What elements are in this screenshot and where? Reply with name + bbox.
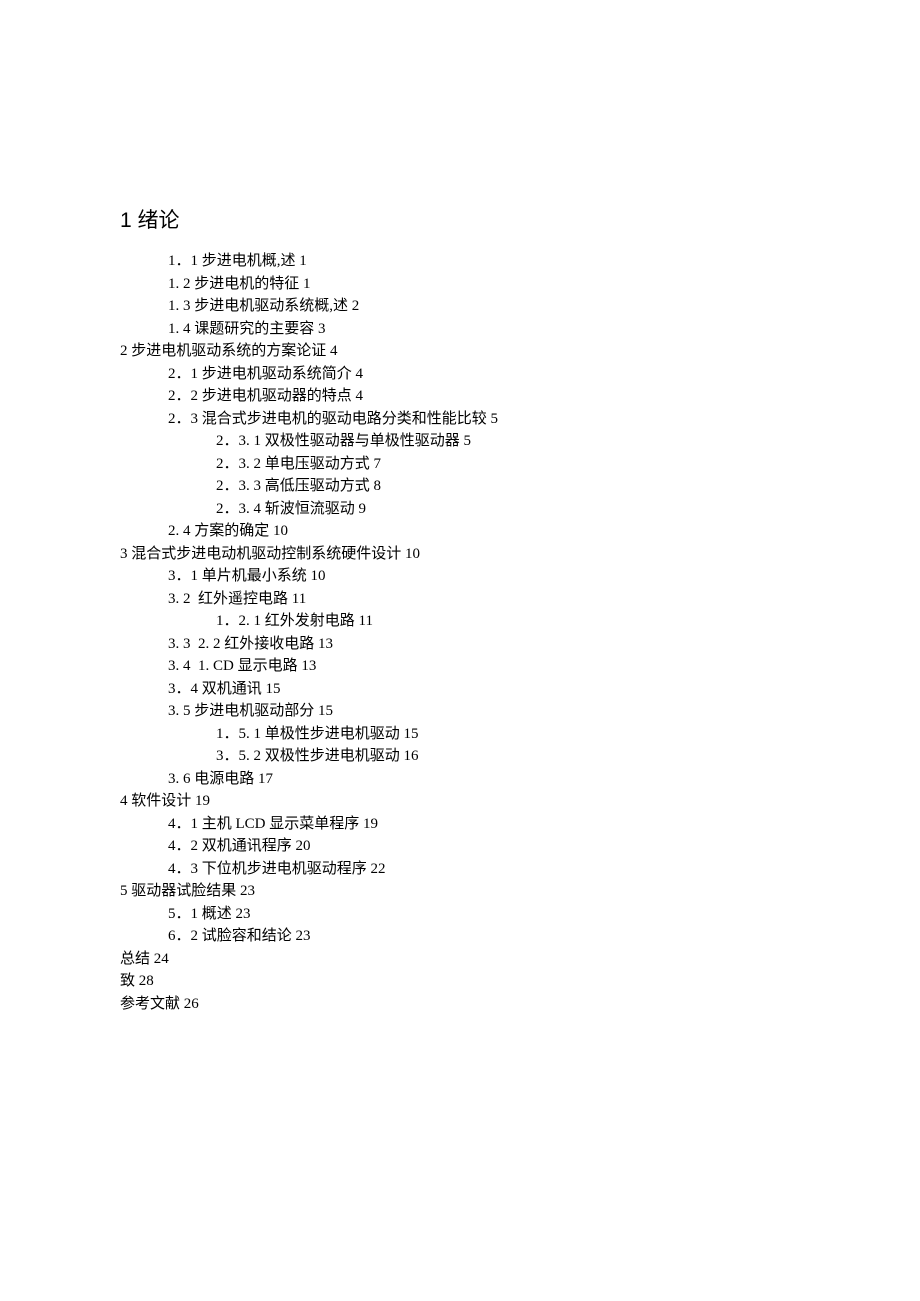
toc-entry: 4．3 下位机步进电机驱动程序 22 bbox=[120, 858, 800, 881]
toc-entry: 5．1 概述 23 bbox=[120, 903, 800, 926]
toc-entry: 3. 5 步进电机驱动部分 15 bbox=[120, 700, 800, 723]
toc-entry: 总结 24 bbox=[120, 948, 800, 971]
toc-entry: 4．2 双机通讯程序 20 bbox=[120, 835, 800, 858]
toc-entry: 2. 4 方案的确定 10 bbox=[120, 520, 800, 543]
toc-entry: 3. 3 2. 2 红外接收电路 13 bbox=[120, 633, 800, 656]
toc-entry: 1．1 步进电机概,述 1 bbox=[120, 250, 800, 273]
toc-entry: 4．1 主机 LCD 显示菜单程序 19 bbox=[120, 813, 800, 836]
toc-entry: 3．4 双机通讯 15 bbox=[120, 678, 800, 701]
toc-entry: 2．3. 2 单电压驱动方式 7 bbox=[120, 453, 800, 476]
toc-entry: 2 步进电机驱动系统的方案论证 4 bbox=[120, 340, 800, 363]
toc-entry: 3．5. 2 双极性步进电机驱动 16 bbox=[120, 745, 800, 768]
toc-entry: 3. 4 1. CD 显示电路 13 bbox=[120, 655, 800, 678]
toc-entry: 2．3. 1 双极性驱动器与单极性驱动器 5 bbox=[120, 430, 800, 453]
toc-entry: 2．3. 4 斩波恒流驱动 9 bbox=[120, 498, 800, 521]
toc-entry: 1．5. 1 单极性步进电机驱动 15 bbox=[120, 723, 800, 746]
toc-entry: 3．1 单片机最小系统 10 bbox=[120, 565, 800, 588]
toc-entry: 6．2 试脸容和结论 23 bbox=[120, 925, 800, 948]
toc-entry: 3. 6 电源电路 17 bbox=[120, 768, 800, 791]
toc-entry: 3. 2 红外遥控电路 11 bbox=[120, 588, 800, 611]
toc-entry: 致 28 bbox=[120, 970, 800, 993]
toc-entry: 1. 3 步进电机驱动系统概,述 2 bbox=[120, 295, 800, 318]
table-of-contents: 1．1 步进电机概,述 11. 2 步进电机的特征 11. 3 步进电机驱动系统… bbox=[120, 250, 800, 1015]
toc-entry: 参考文献 26 bbox=[120, 993, 800, 1016]
toc-entry: 2．2 步进电机驱动器的特点 4 bbox=[120, 385, 800, 408]
toc-entry: 3 混合式步进电动机驱动控制系统硬件设计 10 bbox=[120, 543, 800, 566]
toc-entry: 2．3 混合式步进电机的驱动电路分类和性能比较 5 bbox=[120, 408, 800, 431]
toc-entry: 5 驱动器试脸结果 23 bbox=[120, 880, 800, 903]
toc-entry: 1．2. 1 红外发射电路 11 bbox=[120, 610, 800, 633]
toc-entry: 1. 4 课题研究的主要容 3 bbox=[120, 318, 800, 341]
document-title: 1 绪论 bbox=[120, 204, 800, 234]
toc-entry: 4 软件设计 19 bbox=[120, 790, 800, 813]
toc-entry: 1. 2 步进电机的特征 1 bbox=[120, 273, 800, 296]
toc-entry: 2．1 步进电机驱动系统简介 4 bbox=[120, 363, 800, 386]
toc-entry: 2．3. 3 高低压驱动方式 8 bbox=[120, 475, 800, 498]
